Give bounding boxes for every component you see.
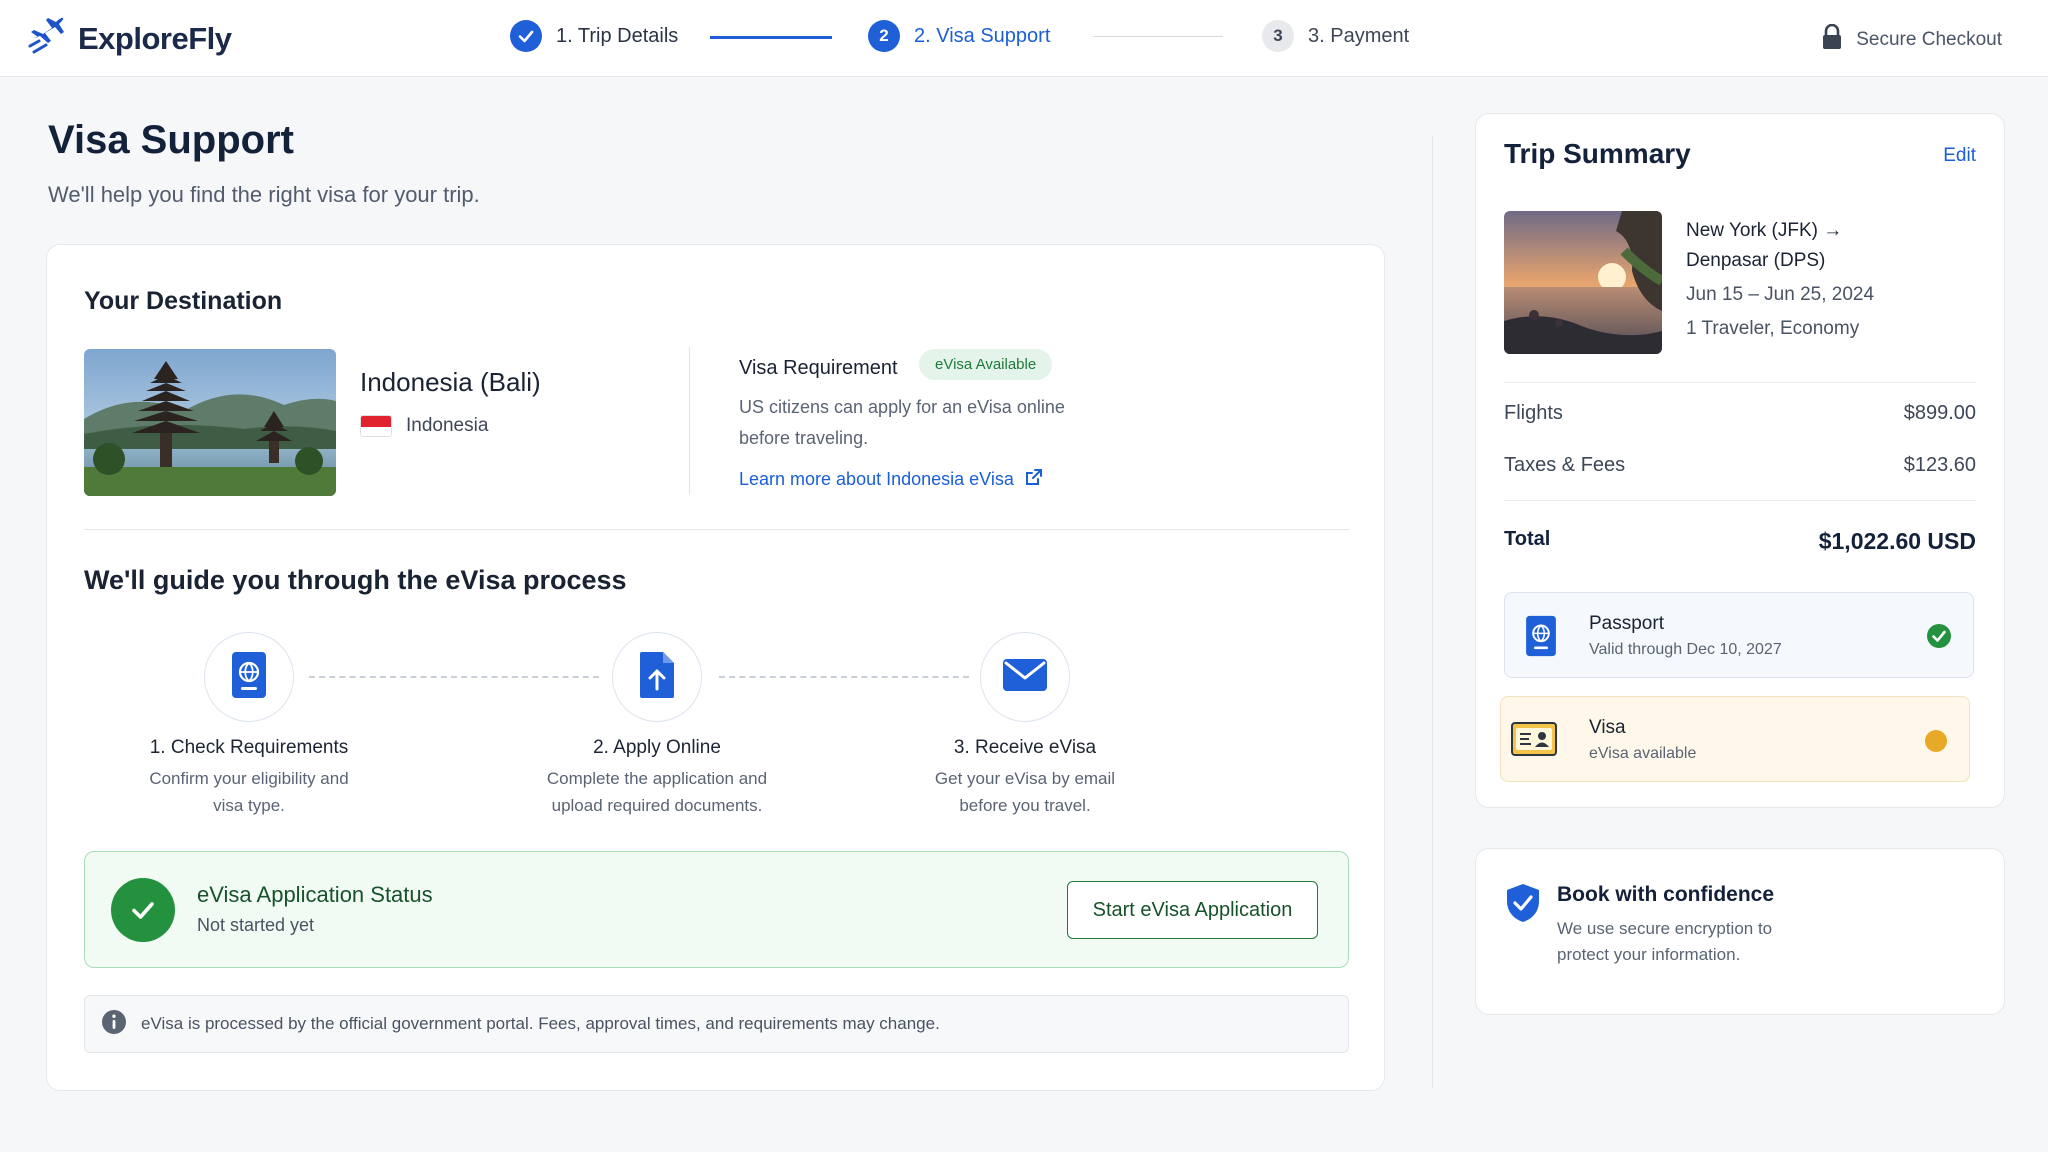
column-separator <box>1432 136 1433 1088</box>
external-link-icon <box>1024 467 1044 492</box>
route-origin: New York (JFK) → <box>1686 220 1843 241</box>
top-navigation-bar: ExploreFly 1. Trip Details 2 2. Visa Sup… <box>0 0 2048 77</box>
process-step-title: 1. Check Requirements <box>149 737 349 758</box>
passport-document-row[interactable]: Passport Valid through Dec 10, 2027 <box>1504 592 1974 678</box>
verified-check-icon <box>1927 624 1951 653</box>
destination-name: Indonesia (Bali) <box>360 367 541 397</box>
taxes-row: Taxes & Fees $123.60 <box>1504 454 1976 477</box>
process-step-desc-line2: upload required documents. <box>551 796 763 815</box>
passport-icon <box>231 651 267 704</box>
trip-summary-card: Trip Summary Edit New York (JFK) → Denpa… <box>1475 113 2005 808</box>
brand-logo[interactable]: ExploreFly <box>28 16 232 61</box>
flights-label: Flights <box>1504 402 1563 424</box>
book-with-confidence-card: Book with confidence We use secure encry… <box>1475 848 2005 1015</box>
step-connector-complete <box>710 36 832 39</box>
process-step-desc-line2: visa type. <box>213 796 285 815</box>
flights-value: $899.00 <box>1903 402 1976 424</box>
brand-name: ExploreFly <box>78 20 232 56</box>
country-label: Indonesia <box>406 415 489 436</box>
learn-more-evisa-link[interactable]: Learn more about Indonesia eVisa <box>739 467 1044 492</box>
visa-title: Visa <box>1589 717 1626 738</box>
destination-section-title: Your Destination <box>84 287 283 315</box>
step-number-badge: 3 <box>1262 20 1294 52</box>
visa-support-card: Your Destination Indonesia (Bali) Indone… <box>46 244 1385 1091</box>
visa-requirement-label: Visa Requirement <box>739 357 898 379</box>
visa-description-line1: US citizens can apply for an eVisa onlin… <box>739 397 1065 417</box>
step-trip-details[interactable]: 1. Trip Details <box>510 20 678 52</box>
total-label: Total <box>1504 528 1551 550</box>
process-step-desc-line1: Get your eVisa by email <box>934 769 1116 788</box>
start-evisa-application-button[interactable]: Start eVisa Application <box>1067 881 1318 939</box>
flights-row: Flights $899.00 <box>1504 402 1976 425</box>
step-label: 1. Trip Details <box>556 24 679 47</box>
bali-temple-image <box>84 349 336 496</box>
confidence-line1: We use secure encryption to <box>1557 919 1773 938</box>
process-connector <box>309 676 599 678</box>
evisa-status-panel: eVisa Application Status Not started yet… <box>84 851 1349 968</box>
step-check-requirements <box>204 632 294 722</box>
lock-icon <box>1822 23 1842 56</box>
checkmark-icon <box>510 20 542 52</box>
shield-check-icon <box>1506 883 1540 928</box>
confidence-title: Book with confidence <box>1557 883 1775 906</box>
trip-dates: Jun 15 – Jun 25, 2024 <box>1686 284 1875 305</box>
visa-document-row[interactable]: Visa eVisa available <box>1500 696 1970 782</box>
step-apply-online <box>612 632 702 722</box>
learn-more-label: Learn more about Indonesia eVisa <box>739 469 1014 489</box>
government-portal-notice: eVisa is processed by the official gover… <box>84 995 1349 1053</box>
step-visa-support[interactable]: 2 2. Visa Support <box>868 20 1050 52</box>
destination-divider <box>689 347 690 495</box>
step-number-badge: 2 <box>868 20 900 52</box>
total-row: Total $1,022.60 USD <box>1504 528 1976 555</box>
success-check-icon <box>111 878 175 942</box>
passport-validity: Valid through Dec 10, 2027 <box>1589 641 1782 658</box>
secure-checkout: Secure Checkout <box>1822 23 2002 56</box>
step-connector-pending <box>1093 36 1223 37</box>
pending-status-dot-icon <box>1925 730 1947 752</box>
indonesia-flag-icon <box>360 415 392 437</box>
passport-icon <box>1525 615 1557 662</box>
step-payment[interactable]: 3 3. Payment <box>1262 20 1409 52</box>
id-card-icon <box>1511 722 1557 761</box>
envelope-icon <box>1002 658 1048 697</box>
visa-status-text: eVisa available <box>1589 745 1697 762</box>
process-section-title: We'll guide you through the eVisa proces… <box>84 565 627 595</box>
step-receive-evisa <box>980 632 1070 722</box>
process-step-title: 3. Receive eVisa <box>953 737 1097 758</box>
process-connector <box>719 676 969 678</box>
trip-summary-title: Trip Summary <box>1504 138 1691 169</box>
page-title: Visa Support <box>48 118 294 162</box>
edit-trip-link[interactable]: Edit <box>1943 145 1976 167</box>
summary-divider <box>1504 382 1976 383</box>
info-icon <box>101 1009 127 1040</box>
page-subtitle: We'll help you find the right visa for y… <box>48 182 480 207</box>
secure-checkout-label: Secure Checkout <box>1856 29 2002 50</box>
status-title: eVisa Application Status <box>197 882 433 907</box>
evisa-available-badge: eVisa Available <box>919 349 1053 380</box>
taxes-label: Taxes & Fees <box>1504 454 1626 476</box>
confidence-line2: protect your information. <box>1557 945 1741 964</box>
total-value: $1,022.60 USD <box>1818 528 1976 554</box>
step-label: 2. Visa Support <box>914 24 1051 47</box>
process-step-desc-line2: before you travel. <box>959 796 1091 815</box>
step-label: 3. Payment <box>1308 24 1410 47</box>
summary-divider <box>1504 500 1976 501</box>
process-step-desc-line1: Confirm your eligibility and <box>149 769 349 788</box>
upload-document-icon <box>639 651 675 704</box>
airplane-logo-icon <box>28 16 68 61</box>
passport-title: Passport <box>1589 613 1664 634</box>
route-destination: Denpasar (DPS) <box>1686 250 1826 271</box>
process-step-title: 2. Apply Online <box>593 737 721 758</box>
notice-text: eVisa is processed by the official gover… <box>141 1014 940 1033</box>
process-step-desc-line1: Complete the application and <box>546 769 768 788</box>
status-value: Not started yet <box>197 915 315 935</box>
section-divider <box>84 529 1349 530</box>
taxes-value: $123.60 <box>1903 454 1976 476</box>
bali-coast-sunset-image <box>1504 211 1662 354</box>
destination-country: Indonesia <box>360 415 488 437</box>
visa-description-line2: before traveling. <box>739 428 869 448</box>
trip-travelers: 1 Traveler, Economy <box>1686 318 1860 339</box>
